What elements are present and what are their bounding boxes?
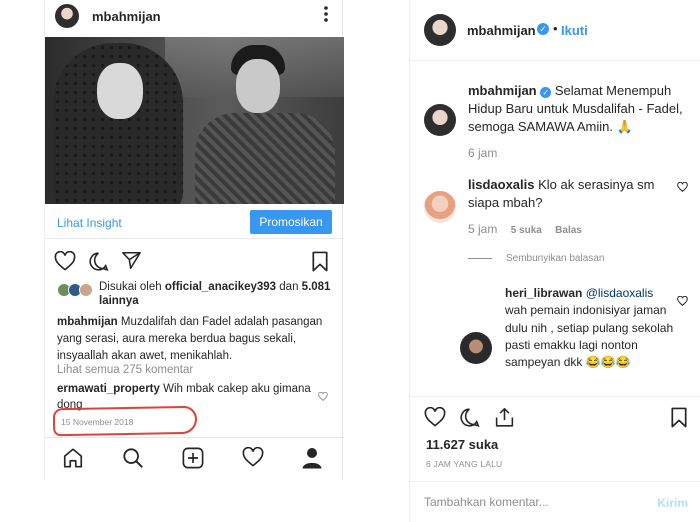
reply-avatar[interactable]	[460, 332, 492, 364]
comment-time[interactable]: 5 jam	[468, 222, 497, 236]
post-details-panel: mbahmijan ✓ • Ikuti mbahmijan ✓ Selamat …	[410, 0, 700, 522]
comment-username[interactable]: lisdaoxalis	[468, 177, 534, 192]
phone-frame: mbahmijan Lihat Insight Promosikan Disuk…	[44, 0, 344, 480]
reply-button[interactable]: Balas	[555, 225, 582, 236]
red-highlight-circle	[52, 405, 198, 437]
comment-icon[interactable]	[459, 407, 480, 428]
reply-username[interactable]: heri_librawan	[505, 286, 582, 300]
view-all-comments: Lihat semua 275 komentar	[57, 364, 194, 376]
heart-icon	[54, 251, 76, 271]
profile-icon	[302, 448, 322, 469]
author-avatar[interactable]	[424, 14, 456, 46]
phone-likes: Disukai oleh official_anacikey393 dan 5.…	[57, 280, 337, 308]
phone-caption: mbahmijan Muzdalifah dan Fadel adalah pa…	[57, 314, 335, 365]
post-footer: 11.627 suka 6 JAM YANG LALU Kirim	[410, 396, 700, 522]
caption-user: mbahmijan	[57, 316, 118, 328]
save-bookmark-icon[interactable]	[670, 407, 688, 428]
promote-button: Promosikan	[250, 210, 332, 234]
post-header: mbahmijan ✓ • Ikuti	[410, 0, 700, 61]
comment-meta: 5 jam 5 suka Balas	[468, 222, 592, 236]
reply-body: wah pemain indonisiyar jaman dulu nih , …	[505, 303, 674, 370]
search-icon	[123, 448, 143, 468]
caption-timestamp[interactable]: 6 jam	[468, 146, 497, 160]
phone-tab-bar	[45, 437, 344, 477]
view-insight-link: Lihat Insight	[57, 216, 122, 230]
avatar	[55, 4, 79, 28]
liked-and: dan	[276, 281, 302, 293]
comment-like-count[interactable]: 5 suka	[511, 225, 542, 236]
commenter-avatar[interactable]	[424, 191, 456, 223]
post-time[interactable]: 6 JAM YANG LALU	[426, 459, 502, 469]
verified-badge-icon: ✓	[540, 87, 552, 98]
post-photo	[45, 37, 344, 204]
more-options-icon	[324, 6, 330, 22]
small-heart-icon	[318, 392, 328, 401]
share-icon	[122, 251, 141, 270]
phone-action-bar	[45, 246, 344, 276]
caption-avatar[interactable]	[424, 104, 456, 136]
new-post-icon	[182, 447, 204, 469]
follow-button[interactable]: Ikuti	[561, 23, 588, 38]
comment-form: Kirim	[410, 481, 700, 522]
post-caption: mbahmijan ✓ Selamat Menempuh Hidup Baru …	[468, 82, 694, 136]
comment-input[interactable]	[424, 492, 644, 512]
hide-replies-label: Sembunyikan balasan	[506, 253, 605, 264]
bookmark-icon	[312, 251, 328, 272]
reply-mention[interactable]: @lisdaoxalis	[582, 286, 654, 300]
like-count[interactable]: 11.627 suka	[426, 437, 498, 452]
caption-username[interactable]: mbahmijan	[468, 83, 537, 98]
comment-user: ermawati_property	[57, 383, 160, 395]
embedded-phone-screenshot: mbahmijan Lihat Insight Promosikan Disuk…	[0, 0, 410, 522]
send-comment-button[interactable]: Kirim	[657, 496, 688, 510]
verified-badge-icon: ✓	[537, 23, 549, 35]
insight-row: Lihat Insight Promosikan	[45, 205, 344, 239]
separator-dot: •	[553, 21, 558, 36]
comment: lisdaoxalis Klo ak serasinya sm siapa mb…	[468, 176, 668, 212]
comment-icon	[89, 252, 109, 272]
hide-replies-toggle[interactable]: Sembunyikan balasan	[468, 253, 604, 264]
liked-user: official_anacikey393	[164, 281, 277, 293]
author-username[interactable]: mbahmijan	[467, 23, 536, 38]
like-heart-icon[interactable]	[424, 407, 446, 427]
home-icon	[63, 448, 83, 468]
reply-comment: heri_librawan @lisdaoxalis wah pemain in…	[505, 285, 675, 371]
phone-post-header: mbahmijan	[45, 0, 344, 34]
activity-heart-icon	[242, 447, 264, 467]
liker-avatars	[57, 283, 93, 297]
liked-prefix: Disukai oleh	[99, 281, 165, 293]
like-comment-heart-icon[interactable]	[677, 182, 688, 192]
share-upload-icon[interactable]	[494, 407, 515, 428]
phone-username: mbahmijan	[92, 9, 161, 24]
like-reply-heart-icon[interactable]	[677, 296, 688, 306]
